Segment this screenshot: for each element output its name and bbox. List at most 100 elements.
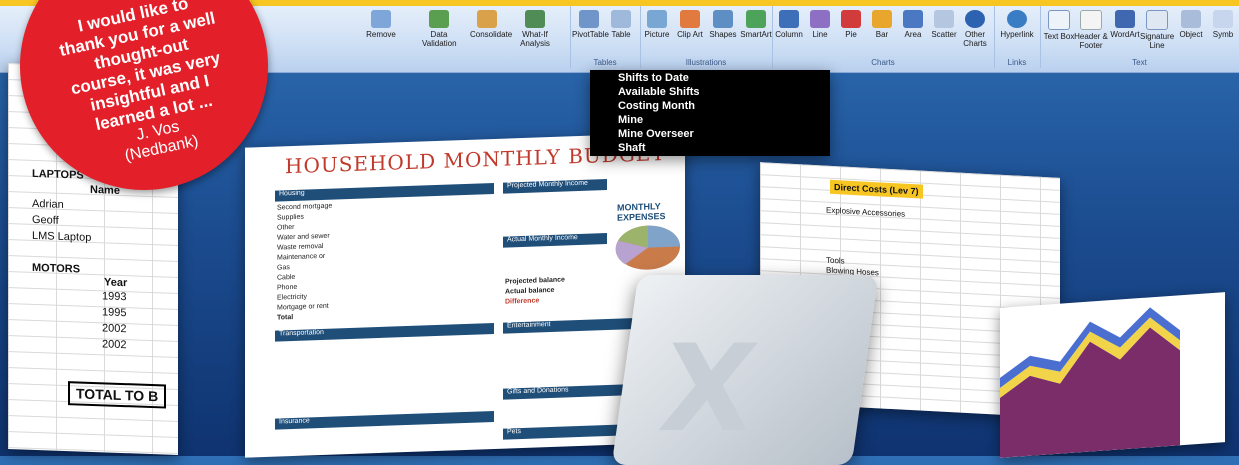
line-chart-icon <box>810 10 830 28</box>
consolidate-icon <box>477 10 497 28</box>
table-row: LMS Laptop <box>32 229 92 244</box>
area-chart-graphic <box>1000 307 1180 458</box>
table-row: Water and sewer <box>277 232 330 242</box>
group-label-text: Text <box>1132 58 1147 67</box>
signature-line-button[interactable]: Signature Line <box>1140 10 1174 50</box>
table-row: Phone <box>277 283 298 292</box>
ribbon-group-charts: Column Line Pie Bar Area Scatter Other C… <box>772 6 995 68</box>
header-footer-button[interactable]: Header & Footer <box>1074 10 1108 50</box>
picture-icon <box>647 10 667 28</box>
symbol-button[interactable]: Symb <box>1206 10 1239 39</box>
smartart-icon <box>746 10 766 28</box>
ribbon-group-links: Hyperlink Links <box>994 6 1041 68</box>
testimonial-text: I would like to thank you for a well tho… <box>33 0 261 179</box>
pie-chart-button[interactable]: Pie <box>834 10 868 39</box>
bar-chart-icon <box>872 10 892 28</box>
pie-chart-icon <box>841 10 861 28</box>
table-button[interactable]: Table <box>604 10 638 39</box>
bar-chart-button[interactable]: Bar <box>865 10 899 39</box>
signature-icon <box>1146 10 1168 30</box>
pie-slice <box>648 225 680 248</box>
clip-art-icon <box>680 10 700 28</box>
line-chart-button[interactable]: Line <box>803 10 837 39</box>
shaft-label: Shaft <box>618 142 646 154</box>
pivottable-button[interactable]: PivotTable <box>572 10 609 39</box>
shifts-panel: Shifts to Date Available Shifts Costing … <box>590 70 830 156</box>
table-icon <box>611 10 631 28</box>
group-label-charts: Charts <box>871 58 895 67</box>
total-cell: TOTAL TO B <box>68 381 167 409</box>
object-icon <box>1181 10 1201 28</box>
smartart-button[interactable]: SmartArt <box>739 10 773 39</box>
table-row: Supplies <box>277 213 304 222</box>
table-row: Geoff <box>32 213 59 227</box>
table-row: Electricity <box>277 293 307 302</box>
ribbon-group-illustrations: Picture Clip Art Shapes SmartArt Illustr… <box>640 6 773 68</box>
actual-income-header: Actual Monthly Income <box>503 233 607 248</box>
projected-balance-label: Projected balance <box>505 276 565 286</box>
what-if-icon <box>525 10 545 28</box>
area-chart-icon <box>903 10 923 28</box>
mine-overseer-label: Mine Overseer <box>618 128 694 140</box>
area-chart-sheet <box>1000 292 1225 458</box>
costing-month-label: Costing Month <box>618 100 695 112</box>
group-label-illustrations: Illustrations <box>685 58 727 67</box>
hyperlink-button[interactable]: Hyperlink <box>1000 10 1034 39</box>
globe-icon <box>1007 10 1027 28</box>
object-button[interactable]: Object <box>1174 10 1208 39</box>
table-row: Total <box>277 313 294 322</box>
excel-x-icon: X <box>652 320 765 459</box>
table-row: Gas <box>277 264 290 272</box>
table-row: 1995 <box>102 306 127 320</box>
motors-heading: MOTORS <box>32 261 81 276</box>
text-box-button[interactable]: Text Box <box>1042 10 1076 41</box>
ribbon-group-tables: PivotTable Table Tables <box>570 6 641 68</box>
consolidate-button[interactable]: Consolidate <box>470 10 512 39</box>
table-row: Cable <box>277 273 296 282</box>
table-row: Tools <box>826 255 845 266</box>
table-row: Maintenance or <box>277 252 326 262</box>
data-validation-button[interactable]: Data Validation <box>422 10 457 48</box>
pivottable-icon <box>579 10 599 28</box>
text-box-icon <box>1048 10 1070 30</box>
table-row: Waste removal <box>277 242 324 252</box>
scatter-chart-button[interactable]: Scatter <box>927 10 961 39</box>
group-label-tables: Tables <box>593 58 617 67</box>
what-if-analysis-button[interactable]: What-If Analysis <box>518 10 552 48</box>
gifts-header: Gifts and Donations <box>503 383 637 400</box>
column-header-year: Year <box>104 276 128 290</box>
wordart-icon <box>1115 10 1135 28</box>
insurance-header: Insurance <box>275 410 494 430</box>
clip-art-button[interactable]: Clip Art <box>673 10 707 39</box>
scatter-chart-icon <box>934 10 954 28</box>
header-footer-icon <box>1080 10 1102 30</box>
other-charts-button[interactable]: Other Charts <box>958 10 992 48</box>
monthly-expenses-pie <box>615 225 680 270</box>
shapes-button[interactable]: Shapes <box>706 10 740 39</box>
projected-income-header: Projected Monthly Income <box>503 179 607 194</box>
column-chart-button[interactable]: Column <box>772 10 806 39</box>
column-chart-icon <box>779 10 799 28</box>
mine-label: Mine <box>618 114 644 126</box>
table-row: 2002 <box>102 338 127 352</box>
remove-icon <box>371 10 391 28</box>
ribbon-group-text: Text Box Header & Footer WordArt Signatu… <box>1040 6 1239 68</box>
wordart-button[interactable]: WordArt <box>1108 10 1142 39</box>
picture-button[interactable]: Picture <box>640 10 674 39</box>
remove-duplicates-button[interactable]: Remove <box>364 10 398 39</box>
actual-balance-label: Actual balance <box>505 286 555 296</box>
difference-label: Difference <box>505 297 540 306</box>
available-shifts-label: Available Shifts <box>618 86 700 98</box>
shifts-to-date-label: Shifts to Date <box>618 72 689 84</box>
shapes-icon <box>713 10 733 28</box>
area-chart-button[interactable]: Area <box>896 10 930 39</box>
table-row: 1993 <box>102 290 127 304</box>
excel-logo: X <box>611 275 879 465</box>
area-series <box>1000 327 1180 458</box>
data-validation-icon <box>429 10 449 28</box>
group-label-links: Links <box>1007 58 1027 67</box>
table-row: Mortgage or rent <box>277 302 329 312</box>
ribbon-group-data-tools: Remove Data Validation Consolidate What-… <box>330 6 571 68</box>
table-row: Adrian <box>32 197 64 211</box>
table-row: Other <box>277 223 295 232</box>
